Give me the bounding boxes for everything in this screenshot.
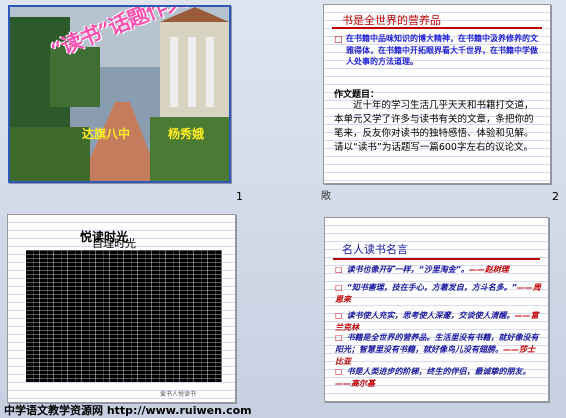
bullet-square-icon: □ <box>335 367 343 376</box>
slide-2-body: 近十年的学习生活几乎天天和书籍打交道，本单元又学了许多与读书有关的文章，条把你的… <box>334 100 534 153</box>
slide-2-bullet: 在书籍中品味知识的博大精神，在书籍中汲养修养的文雅得体，在书籍中开拓眼界看大千世… <box>346 34 538 66</box>
slide-1-number: 1 <box>236 190 243 203</box>
quote-item: □ 读书也像开矿一样，“沙里淘金”。——赵树理 <box>335 265 509 274</box>
bullet-square-icon: □ <box>335 265 343 274</box>
slide-1-teacher: 杨秀娥 <box>168 127 205 141</box>
slide-1-school: 达旗八中 <box>82 127 131 141</box>
quote-item: □ 书籍是全世界的营养品。生活里没有书籍，就好像没有阳光；智慧里没有书籍，就好像鸟… <box>335 333 539 366</box>
slide-3-thumbnail[interactable]: 悦读时光 自理时光 爱书人悦读书 <box>7 214 236 403</box>
bullet-square-icon: □ <box>335 333 343 342</box>
slide-3-subtitle: 自理时光 <box>92 237 136 250</box>
slide-3-dense-text-block <box>26 250 222 382</box>
slide-1-thumbnail[interactable]: “读书”话题作文指导 达旗八中 杨秀娥 <box>8 5 231 183</box>
separator-glyph: 敞 <box>321 191 331 202</box>
quote-item: □ 读书使人充实，思考使人深邃，交谈使人清醒。——富兰克林 <box>335 311 539 332</box>
quote-item: □ “知书害理，技在手心，方著发自，方斗名多。”——周恩来 <box>335 283 541 304</box>
bullet-square-icon: □ <box>334 35 343 45</box>
slide-4-heading: 名人读书名言 <box>342 243 408 256</box>
slide-2-number: 2 <box>552 190 559 203</box>
slide-2-heading: 书是全世界的营养品 <box>342 14 441 27</box>
slide-3-footer: 爱书人悦读书 <box>160 391 197 398</box>
slide-2-thumbnail[interactable]: 书是全世界的营养品 □ 在书籍中品味知识的博大精神，在书籍中汲养修养的文雅得体，… <box>323 4 551 184</box>
slide-2-rule <box>332 27 542 29</box>
bullet-square-icon: □ <box>335 283 343 292</box>
bullet-square-icon: □ <box>335 311 343 320</box>
slide-4-rule <box>333 258 540 260</box>
quote-item: □ 书是人类进步的阶梯，终生的伴侣，最诚挚的朋友。——高尔基 <box>335 367 531 388</box>
site-watermark: 中学语文教学资源网 http://www.ruiwen.com <box>4 404 252 417</box>
slide-4-thumbnail[interactable]: 名人读书名言 □ 读书也像开矿一样，“沙里淘金”。——赵树理 □ “知书害理，技在手… <box>324 217 549 402</box>
